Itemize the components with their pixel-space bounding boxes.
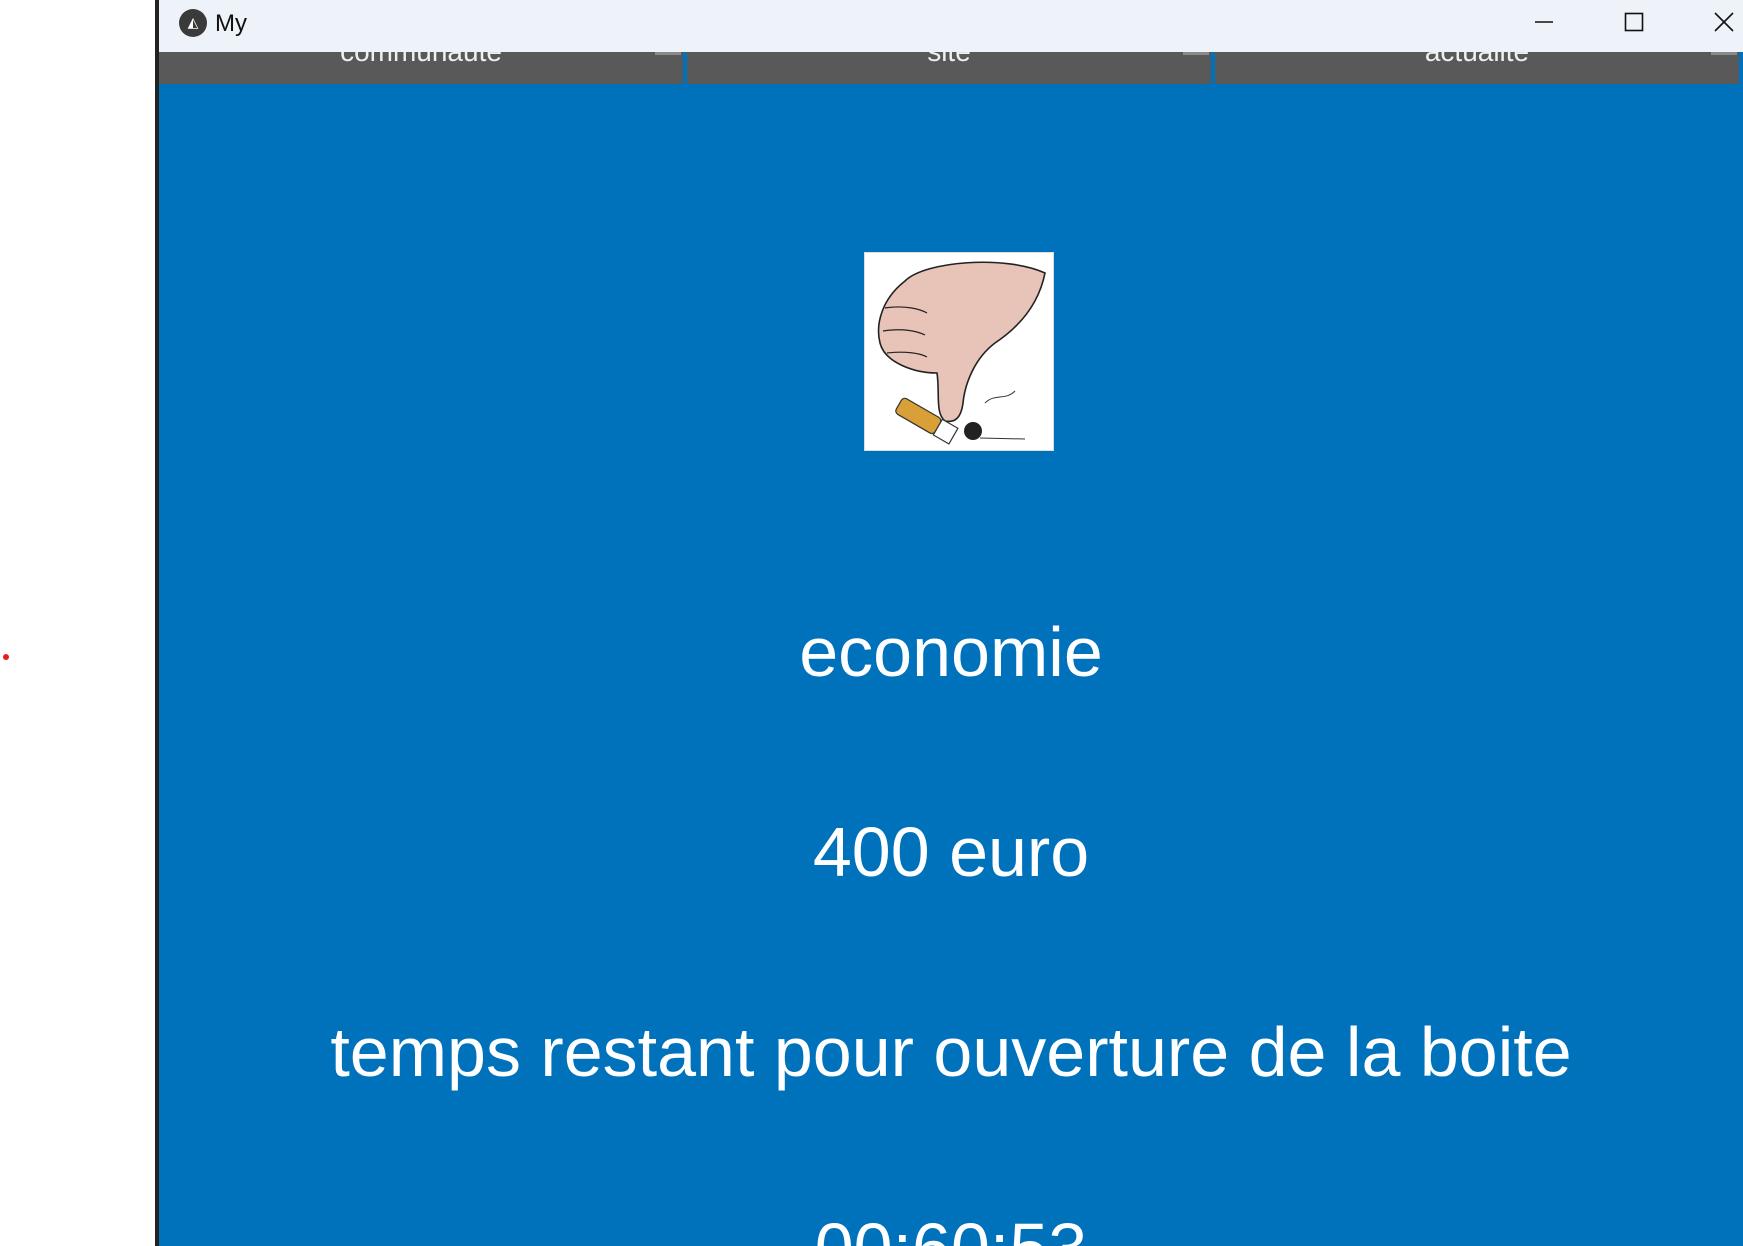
tab-indicator [1711,52,1737,55]
tab-actualite[interactable]: actualite [1215,52,1739,84]
savings-amount: 400 euro [812,813,1090,891]
tab-label: site [687,52,1211,70]
minimize-button[interactable] [1499,0,1589,44]
tab-site[interactable]: site [687,52,1211,84]
tab-indicator [1183,52,1209,55]
tab-bar: communaute site actualite [159,52,1743,84]
maximize-button[interactable] [1589,0,1679,44]
window-title: My [215,10,247,37]
remaining-time-label: temps restant pour ouverture de la boite [330,1013,1572,1091]
kivy-app-icon: ◭ [179,9,207,37]
minimize-icon [1535,21,1553,23]
countdown-timer: 00:60:53 [159,1208,1743,1246]
maximize-icon [1624,12,1644,32]
close-icon [1714,12,1734,32]
savings-heading: economie [799,613,1103,691]
close-button[interactable] [1679,0,1743,44]
tab-communaute[interactable]: communaute [159,52,683,84]
tab-label: actualite [1215,52,1739,70]
stubbed-cigarette-foot-image [864,252,1054,451]
title-bar[interactable]: ◭ My [159,0,1743,52]
tab-indicator [655,52,681,55]
app-window: ◭ My communaute [155,0,1743,1246]
tab-label: communaute [159,52,683,70]
red-dot-marker [3,654,9,660]
desktop-background: ◭ My communaute [0,0,1743,1246]
